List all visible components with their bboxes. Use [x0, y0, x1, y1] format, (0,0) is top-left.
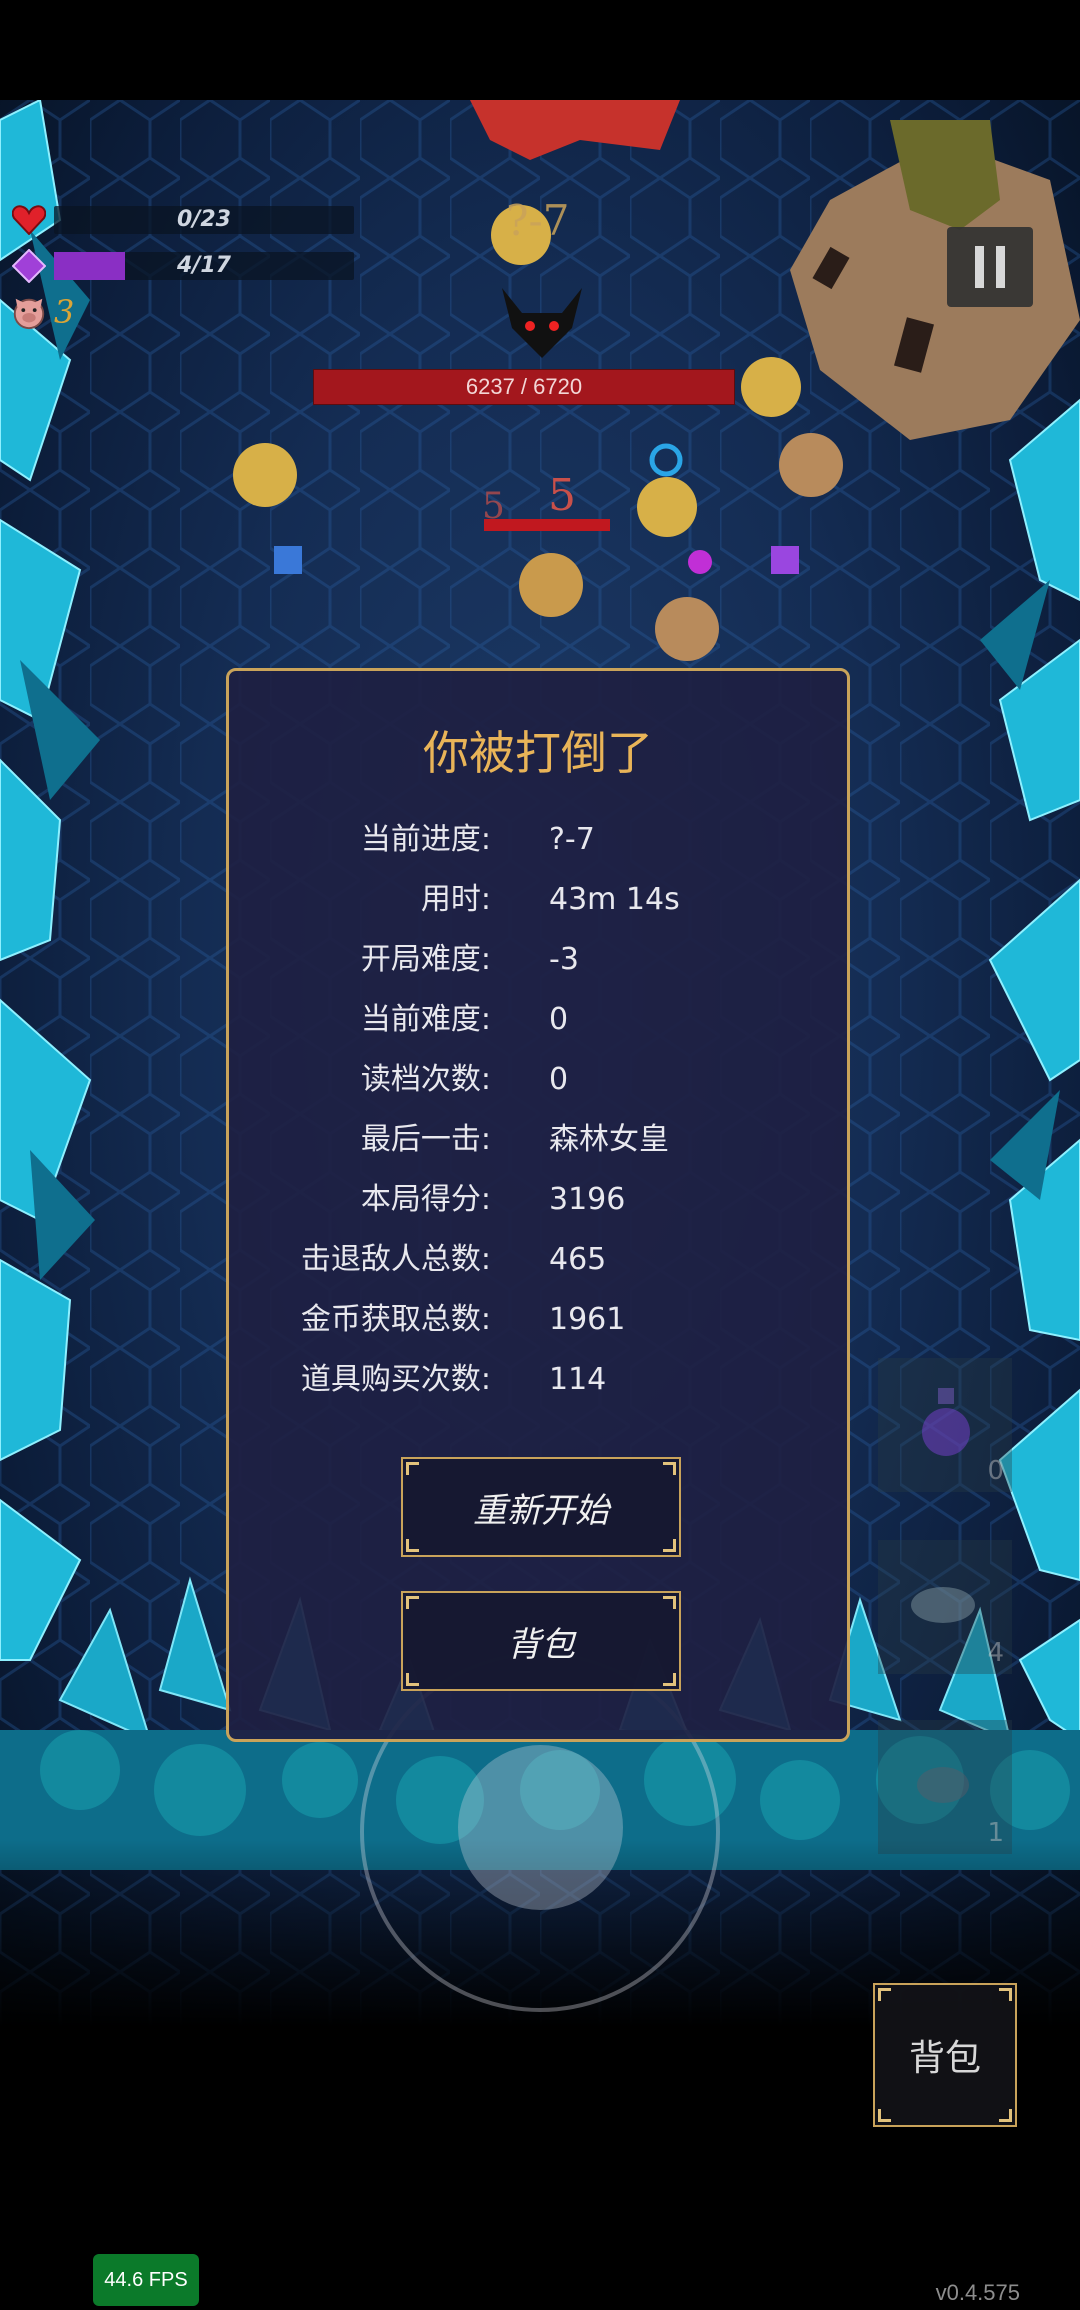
stat-label: 本局得分: — [360, 1182, 491, 1217]
stat-label: 当前难度: — [360, 1002, 491, 1037]
backpack-button-label: 背包 — [507, 1624, 575, 1665]
pause-icon — [996, 246, 1005, 288]
stat-value: 114 — [549, 1362, 607, 1397]
stat-label: 击退敌人总数: — [300, 1242, 491, 1277]
stat-label: 最后一击: — [360, 1122, 491, 1157]
stage-label: ?-7 — [506, 196, 570, 245]
pause-icon — [975, 246, 984, 288]
bag-button-label: 背包 — [908, 2038, 981, 2079]
boss-sprite — [502, 288, 582, 358]
item-icon — [917, 1767, 969, 1803]
boss-health-bar: 6237 / 6720 — [313, 369, 735, 405]
stat-value: 43m 14s — [549, 882, 680, 917]
stat-label: 当前进度: — [360, 822, 491, 857]
item-slot[interactable]: 1 — [878, 1720, 1012, 1854]
stat-label: 开局难度: — [360, 942, 491, 977]
dialog-title: 你被打倒了 — [423, 726, 653, 780]
fps-counter: 44.6 FPS — [93, 2254, 199, 2306]
health-row: 0/23 — [10, 202, 354, 238]
stat-value: 0 — [549, 1062, 569, 1097]
pause-button[interactable] — [947, 227, 1033, 307]
pig-count: 3 — [54, 293, 75, 331]
restart-button-label: 重新开始 — [473, 1490, 609, 1531]
boss-health-text: 6237 / 6720 — [465, 374, 583, 399]
stat-row-gold: 金币获取总数: 1961 — [229, 1295, 847, 1345]
health-text: 0/23 — [177, 207, 231, 232]
mana-row: 4/17 — [10, 248, 354, 284]
stat-row-loads: 读档次数: 0 — [229, 1055, 847, 1105]
stat-row-progress: 当前进度: ?-7 — [229, 815, 847, 865]
stat-value: 465 — [549, 1242, 607, 1277]
stat-row-kills: 击退敌人总数: 465 — [229, 1235, 847, 1285]
restart-button[interactable]: 重新开始 — [401, 1457, 681, 1557]
item-slot-count: 1 — [987, 1818, 1004, 1848]
version-label: v0.4.575 — [935, 2280, 1020, 2305]
stat-value: 森林女皇 — [549, 1122, 669, 1157]
pig-icon — [10, 295, 48, 330]
potion-icon — [922, 1388, 970, 1456]
damage-number: 5 — [548, 470, 576, 521]
bag-button[interactable]: 背包 — [873, 1983, 1017, 2127]
backpack-button[interactable]: 背包 — [401, 1591, 681, 1691]
item-slot-count: 4 — [987, 1638, 1004, 1668]
stat-row-purchases: 道具购买次数: 114 — [229, 1355, 847, 1405]
stat-row-start-difficulty: 开局难度: -3 — [229, 935, 847, 985]
stat-label: 道具购买次数: — [300, 1362, 491, 1397]
defeat-dialog: 你被打倒了 当前进度: ?-7 用时: 43m 14s 开局难度: -3 当前难… — [226, 668, 850, 1742]
mana-bar: 4/17 — [54, 252, 354, 280]
stat-row-score: 本局得分: 3196 — [229, 1175, 847, 1225]
item-slot[interactable]: 4 — [878, 1540, 1012, 1674]
stat-row-time: 用时: 43m 14s — [229, 875, 847, 925]
stat-value: 0 — [549, 1002, 569, 1037]
stat-value: 3196 — [549, 1182, 626, 1217]
stat-value: -3 — [549, 942, 579, 977]
item-slot[interactable]: 0 — [878, 1358, 1012, 1492]
boss-crown-sprite — [470, 100, 680, 160]
stat-label: 金币获取总数: — [300, 1302, 491, 1337]
stat-label: 读档次数: — [360, 1062, 491, 1097]
heart-icon — [10, 203, 48, 237]
item-slot-count: 0 — [987, 1456, 1004, 1486]
health-bar: 0/23 — [54, 206, 354, 234]
stat-row-current-difficulty: 当前难度: 0 — [229, 995, 847, 1045]
stat-label: 用时: — [420, 882, 491, 917]
joystick-knob[interactable] — [458, 1745, 623, 1910]
damage-number: 5 — [482, 486, 505, 527]
stat-row-last-hit: 最后一击: 森林女皇 — [229, 1115, 847, 1165]
pig-row: 3 — [10, 293, 75, 331]
stat-value: ?-7 — [549, 822, 595, 857]
boulder-sprite — [790, 120, 1080, 440]
mana-text: 4/17 — [177, 253, 231, 278]
stat-value: 1961 — [549, 1302, 626, 1337]
item-icon — [911, 1587, 975, 1623]
mana-gem-icon — [10, 249, 48, 283]
